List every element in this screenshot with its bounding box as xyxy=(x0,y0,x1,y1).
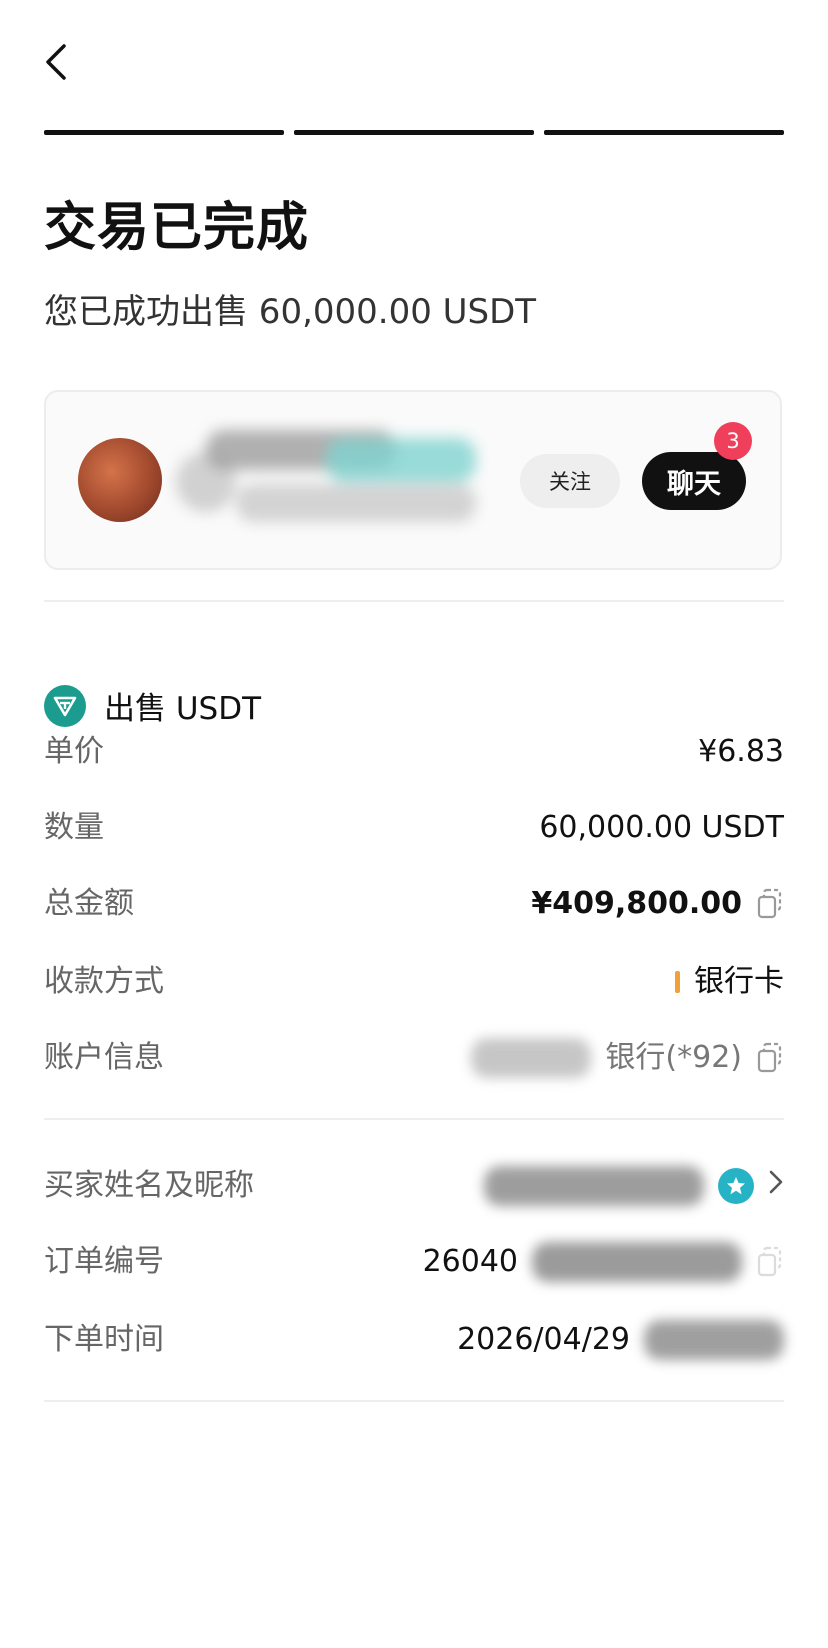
total-amount-value: ¥409,800.00 xyxy=(531,886,742,921)
row-payment-method: 收款方式 银行卡 xyxy=(44,958,784,1006)
order-number-value: 26040 xyxy=(422,1244,518,1279)
chat-unread-badge: 3 xyxy=(714,422,752,460)
divider xyxy=(44,1118,784,1120)
avatar[interactable] xyxy=(78,438,162,522)
chat-button[interactable]: 聊天 xyxy=(642,452,746,510)
row-account-info: 账户信息 银行(*92) xyxy=(44,1034,784,1082)
row-total-amount: 总金额 ¥409,800.00 xyxy=(44,880,784,928)
row-order-number: 订单编号 26040 xyxy=(44,1238,784,1286)
row-label: 总金额 xyxy=(44,886,134,921)
row-label: 订单编号 xyxy=(44,1244,164,1279)
redacted-order-time xyxy=(644,1320,784,1360)
redacted-order-number xyxy=(532,1242,742,1282)
divider xyxy=(44,600,784,602)
row-unit-price: 单价 ¥6.83 xyxy=(44,728,784,776)
row-label: 收款方式 xyxy=(44,964,164,999)
page-subtitle: 您已成功出售 60,000.00 USDT xyxy=(44,292,537,332)
progress-step-1 xyxy=(44,130,284,135)
chevron-left-icon xyxy=(42,42,70,86)
row-quantity: 数量 60,000.00 USDT xyxy=(44,804,784,852)
row-label: 下单时间 xyxy=(44,1322,164,1357)
account-info-value: 银行(*92) xyxy=(605,1040,742,1075)
redacted-username xyxy=(176,412,496,552)
row-label: 单价 xyxy=(44,734,104,769)
step-progress xyxy=(44,130,784,135)
page-title: 交易已完成 xyxy=(44,198,310,258)
row-label: 数量 xyxy=(44,810,104,845)
order-section-title: 出售 USDT xyxy=(104,691,262,727)
counterparty-card: 关注 聊天 3 xyxy=(44,390,782,570)
redacted-account xyxy=(471,1038,592,1078)
progress-step-3 xyxy=(544,130,784,135)
payment-method-value: 银行卡 xyxy=(694,964,784,999)
quantity-value: 60,000.00 USDT xyxy=(539,810,784,845)
row-label: 账户信息 xyxy=(44,1040,164,1075)
divider xyxy=(44,1400,784,1402)
progress-step-2 xyxy=(294,130,534,135)
row-label: 买家姓名及昵称 xyxy=(44,1168,254,1203)
copy-icon[interactable] xyxy=(756,1042,784,1074)
usdt-icon xyxy=(44,684,86,727)
back-button[interactable] xyxy=(36,44,76,84)
copy-icon[interactable] xyxy=(756,888,784,920)
row-order-time: 下单时间 2026/04/29 xyxy=(44,1316,784,1364)
star-badge-icon xyxy=(718,1168,754,1204)
chevron-right-icon xyxy=(768,1162,784,1210)
order-time-value: 2026/04/29 xyxy=(457,1322,630,1357)
row-buyer-name[interactable]: 买家姓名及昵称 xyxy=(44,1162,784,1210)
copy-icon[interactable] xyxy=(756,1246,784,1278)
follow-button[interactable]: 关注 xyxy=(520,454,620,508)
unit-price-value: ¥6.83 xyxy=(698,734,784,769)
order-section-header: 出售 USDT xyxy=(44,683,261,728)
bank-card-marker xyxy=(675,971,680,993)
redacted-buyer-name xyxy=(484,1166,704,1206)
